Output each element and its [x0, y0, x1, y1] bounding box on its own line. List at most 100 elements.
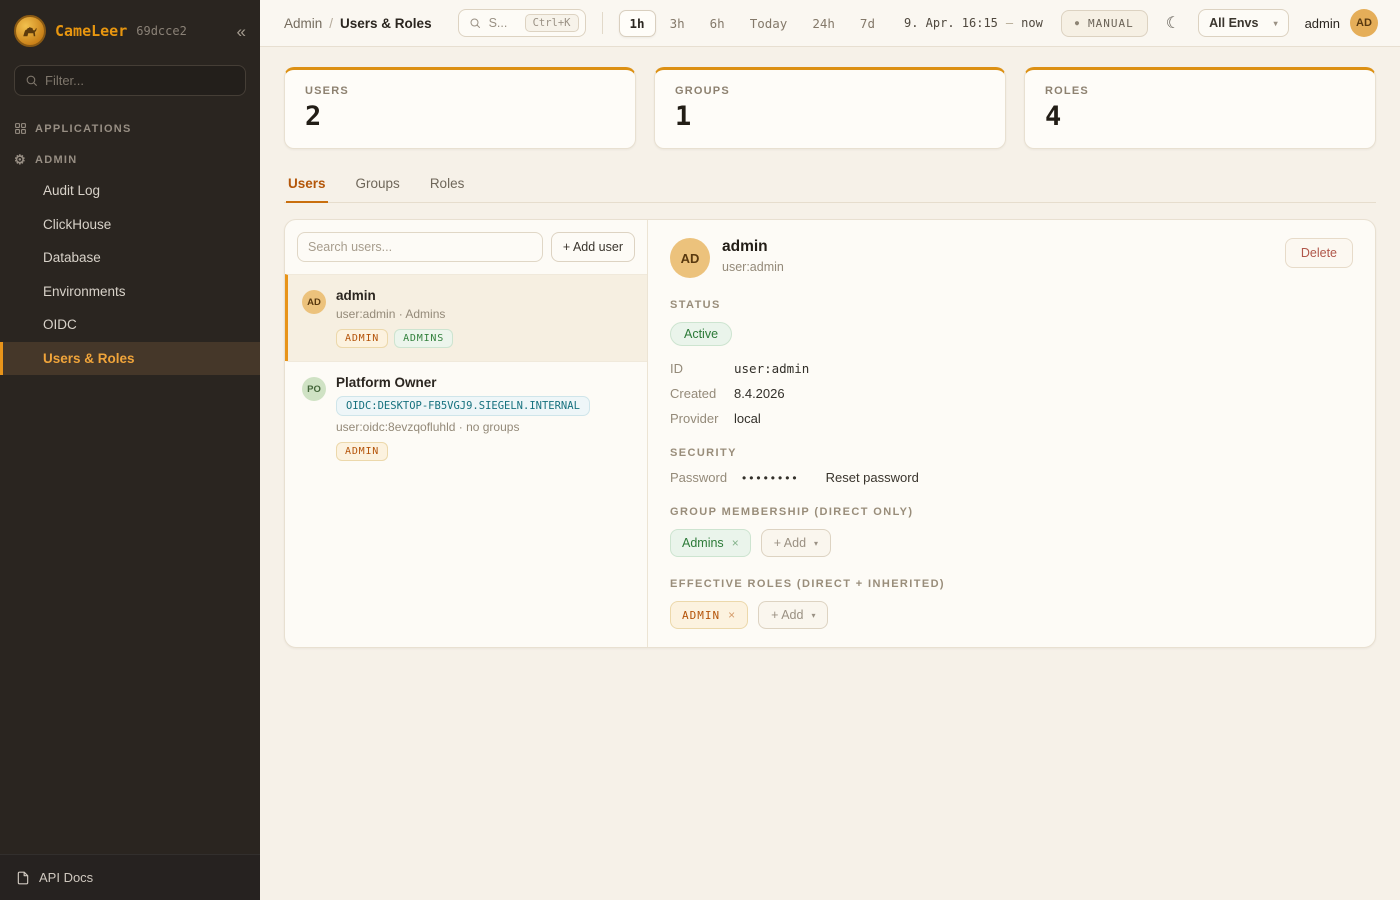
role-badge: ADMIN	[336, 442, 388, 461]
field-label: Created	[670, 386, 734, 401]
search-icon	[469, 17, 481, 29]
environment-selector[interactable]: All Envs ▾	[1198, 9, 1288, 37]
app-title: CameLeer	[55, 22, 127, 40]
chevron-down-icon: ▾	[814, 539, 818, 548]
global-search[interactable]: Ctrl+K	[458, 9, 586, 37]
detail-fields: ID user:admin Created 8.4.2026 Provider …	[670, 361, 1353, 426]
dark-mode-toggle[interactable]: ☾	[1160, 9, 1186, 37]
status-dot-icon: ●	[1075, 19, 1080, 27]
sidebar-item-clickhouse[interactable]: ClickHouse	[0, 208, 260, 242]
main-area: Admin / Users & Roles Ctrl+K 1h 3h 6h To…	[260, 0, 1400, 900]
breadcrumb-admin-link[interactable]: Admin	[284, 16, 322, 31]
sidebar-item-database[interactable]: Database	[0, 241, 260, 275]
global-search-input[interactable]	[489, 16, 517, 30]
group-badge: ADMINS	[394, 329, 453, 348]
moon-icon: ☾	[1166, 15, 1180, 32]
user-item-body: admin user:admin · Admins ADMIN ADMINS	[336, 288, 453, 348]
add-user-button[interactable]: + Add user	[551, 232, 635, 262]
security-heading: SECURITY	[670, 447, 1353, 459]
refresh-mode-button[interactable]: ● MANUAL	[1061, 10, 1148, 37]
list-item-admin[interactable]: AD admin user:admin · Admins ADMIN ADMIN…	[285, 274, 647, 361]
range-button-3h[interactable]: 3h	[659, 10, 696, 37]
sidebar-filter[interactable]	[14, 65, 246, 96]
apps-grid-icon	[14, 122, 27, 135]
sidebar-filter-input[interactable]	[45, 73, 235, 88]
refresh-mode-label: MANUAL	[1088, 17, 1134, 30]
topbar: Admin / Users & Roles Ctrl+K 1h 3h 6h To…	[260, 0, 1400, 47]
effective-roles-heading: EFFECTIVE ROLES (DIRECT + INHERITED)	[670, 578, 1353, 590]
stat-card-groups: GROUPS 1	[654, 67, 1006, 149]
search-users-input[interactable]	[297, 232, 543, 262]
add-group-button[interactable]: + Add ▾	[761, 529, 831, 557]
environment-selector-value: All Envs	[1209, 16, 1258, 30]
range-button-today[interactable]: Today	[739, 10, 799, 37]
list-item-platform-owner[interactable]: PO Platform Owner OIDC:DESKTOP-FB5VGJ9.S…	[285, 361, 647, 474]
sidebar-item-audit-log[interactable]: Audit Log	[0, 174, 260, 208]
badge-row: ADMIN	[336, 442, 590, 461]
stat-value: 4	[1045, 101, 1355, 132]
sidebar-item-environments[interactable]: Environments	[0, 275, 260, 309]
stat-card-users: USERS 2	[284, 67, 636, 149]
group-chip-admins: Admins ×	[670, 529, 751, 557]
tab-groups[interactable]: Groups	[354, 167, 402, 203]
field-label: ID	[670, 361, 734, 376]
password-mask: ••••••••	[742, 471, 800, 485]
status-heading: STATUS	[670, 299, 1353, 311]
delete-user-button[interactable]: Delete	[1285, 238, 1353, 268]
current-user-name: admin	[1305, 16, 1340, 31]
breadcrumb-current: Users & Roles	[340, 16, 432, 31]
api-docs-link[interactable]: API Docs	[0, 854, 260, 900]
time-range-group: 1h 3h 6h Today 24h 7d	[619, 10, 886, 37]
field-value: local	[734, 411, 761, 426]
tab-users[interactable]: Users	[286, 167, 328, 203]
user-menu: admin AD	[1305, 9, 1378, 37]
add-group-label: + Add	[774, 536, 806, 550]
breadcrumb-separator: /	[329, 16, 333, 31]
chevron-down-icon: ▾	[1274, 19, 1278, 28]
remove-chip-icon[interactable]: ×	[732, 536, 739, 550]
camel-logo-icon	[14, 15, 46, 47]
stat-value: 1	[675, 101, 985, 132]
field-label: Provider	[670, 411, 734, 426]
users-panel: + Add user AD admin user:admin · Admins …	[284, 219, 1376, 648]
collapse-sidebar-button[interactable]: «	[237, 23, 246, 40]
chip-label: Admins	[682, 536, 724, 550]
tab-roles[interactable]: Roles	[428, 167, 467, 203]
reset-password-link[interactable]: Reset password	[826, 470, 919, 485]
range-button-24h[interactable]: 24h	[801, 10, 846, 37]
range-button-1h[interactable]: 1h	[619, 10, 656, 37]
range-button-7d[interactable]: 7d	[849, 10, 886, 37]
stat-card-roles: ROLES 4	[1024, 67, 1376, 149]
page-content: USERS 2 GROUPS 1 ROLES 4 Users Groups Ro…	[260, 47, 1400, 900]
user-list-column: + Add user AD admin user:admin · Admins …	[285, 220, 648, 647]
search-icon	[25, 74, 38, 87]
role-chip-admin: ADMIN ×	[670, 601, 748, 629]
sidebar-item-users-roles[interactable]: Users & Roles	[0, 342, 260, 376]
add-role-button[interactable]: + Add ▾	[758, 601, 828, 629]
range-button-6h[interactable]: 6h	[699, 10, 736, 37]
oidc-issuer-badge: OIDC:DESKTOP-FB5VGJ9.SIEGELN.INTERNAL	[336, 396, 590, 416]
stats-row: USERS 2 GROUPS 1 ROLES 4	[284, 67, 1376, 149]
time-range-display[interactable]: 9. Apr. 16:15 — now	[904, 16, 1043, 30]
sidebar-section-admin[interactable]: ⚙ ADMIN	[0, 143, 260, 174]
app-root: CameLeer 69dcce2 « APPLICATIONS	[0, 0, 1400, 900]
chip-label: ADMIN	[682, 609, 720, 622]
remove-chip-icon[interactable]: ×	[728, 608, 736, 622]
group-chip-row: Admins × + Add ▾	[670, 529, 1353, 557]
detail-identity: admin user:admin	[722, 238, 784, 274]
stat-label: USERS	[305, 85, 615, 97]
field-id: ID user:admin	[670, 361, 1353, 376]
field-value: 8.4.2026	[734, 386, 785, 401]
user-name: admin	[336, 288, 453, 303]
avatar[interactable]: AD	[1350, 9, 1378, 37]
detail-header: AD admin user:admin Delete	[670, 238, 1353, 278]
sidebar-item-oidc[interactable]: OIDC	[0, 308, 260, 342]
user-item-body: Platform Owner OIDC:DESKTOP-FB5VGJ9.SIEG…	[336, 375, 590, 461]
gear-icon: ⚙	[14, 153, 27, 166]
user-list-toolbar: + Add user	[285, 220, 647, 274]
sidebar-section-applications[interactable]: APPLICATIONS	[0, 112, 260, 143]
detail-user-name: admin	[722, 238, 784, 256]
stat-label: ROLES	[1045, 85, 1355, 97]
document-icon	[16, 871, 30, 885]
user-detail-panel: AD admin user:admin Delete STATUS Active…	[648, 220, 1375, 647]
